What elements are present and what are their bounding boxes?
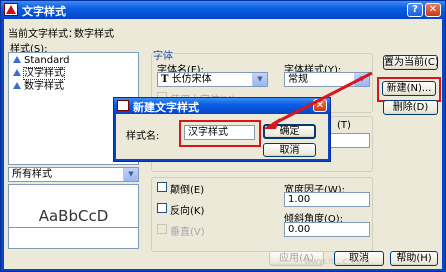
height-label-fragment: (T)	[337, 120, 351, 131]
chevron-down-icon[interactable]: ▼	[123, 168, 138, 181]
vertical-label: 垂直(V)	[170, 227, 205, 238]
upside-down-checkbox[interactable]	[157, 182, 167, 192]
watermark: www.it...c.com	[304, 257, 370, 267]
preview-text: AaBbCcD	[38, 207, 109, 225]
oblique-field[interactable]: 0.00	[284, 222, 370, 237]
dialog-title: 新建文字样式	[133, 101, 199, 114]
delete-button[interactable]: 删除(D)	[383, 100, 438, 115]
vertical-checkbox[interactable]	[157, 224, 167, 234]
font-style-value: 常规	[288, 74, 308, 85]
backwards-label: 反向(K)	[170, 206, 205, 217]
current-style-value: 数字样式	[74, 29, 114, 40]
width-factor-field[interactable]: 1.00	[284, 192, 370, 207]
help-button[interactable]: 帮助(H)	[390, 251, 438, 266]
backwards-checkbox[interactable]	[157, 203, 167, 213]
preview-baseline	[9, 227, 138, 228]
title-help-button[interactable]: ?	[407, 3, 423, 17]
list-item[interactable]: Standard	[13, 55, 70, 67]
dialog-cancel-button[interactable]: 取消	[263, 143, 316, 157]
style-filter-combo[interactable]: 所有样式 ▼	[8, 167, 139, 182]
text-style-icon	[13, 69, 21, 76]
text-style-icon	[13, 82, 21, 89]
list-item[interactable]: 汉字样式	[13, 67, 65, 80]
new-text-style-dialog: 新建文字样式 ✕ 样式名: 汉字样式 确定 取消	[113, 97, 331, 162]
chevron-down-icon[interactable]: ▼	[252, 73, 267, 86]
title-bar[interactable]: 文字样式 ? ✕	[1, 1, 445, 19]
dialog-body: 样式名: 汉字样式 确定 取消	[116, 114, 328, 159]
style-filter-value: 所有样式	[12, 169, 52, 180]
window-title: 文字样式	[22, 5, 66, 18]
text-style-icon	[13, 56, 21, 63]
title-close-button[interactable]: ✕	[425, 3, 441, 17]
upside-down-label: 颠倒(E)	[170, 185, 205, 196]
list-item[interactable]: 数字样式	[13, 81, 64, 93]
dialog-title-bar[interactable]: 新建文字样式 ✕	[114, 98, 330, 114]
style-name-label: 样式名:	[126, 131, 160, 142]
current-style-label: 当前文字样式：	[8, 29, 78, 40]
autocad-app-icon	[117, 100, 129, 111]
font-style-combo[interactable]: 常规 ▼	[284, 72, 370, 87]
new-button[interactable]: 新建(N)...	[382, 81, 436, 96]
font-name-combo[interactable]: T 长仿宋体 ▼	[157, 72, 268, 87]
preview-pane: AaBbCcD	[8, 184, 139, 249]
ok-button[interactable]: 确定	[263, 124, 316, 139]
font-name-value: 长仿宋体	[171, 74, 212, 85]
style-name-input[interactable]: 汉字样式	[184, 125, 255, 140]
dialog-close-button[interactable]: ✕	[313, 99, 327, 112]
truetype-icon: T	[161, 74, 169, 85]
autocad-app-icon	[4, 3, 18, 16]
set-current-button[interactable]: 置为当前(C)	[383, 55, 439, 70]
chevron-down-icon[interactable]: ▼	[354, 73, 369, 86]
